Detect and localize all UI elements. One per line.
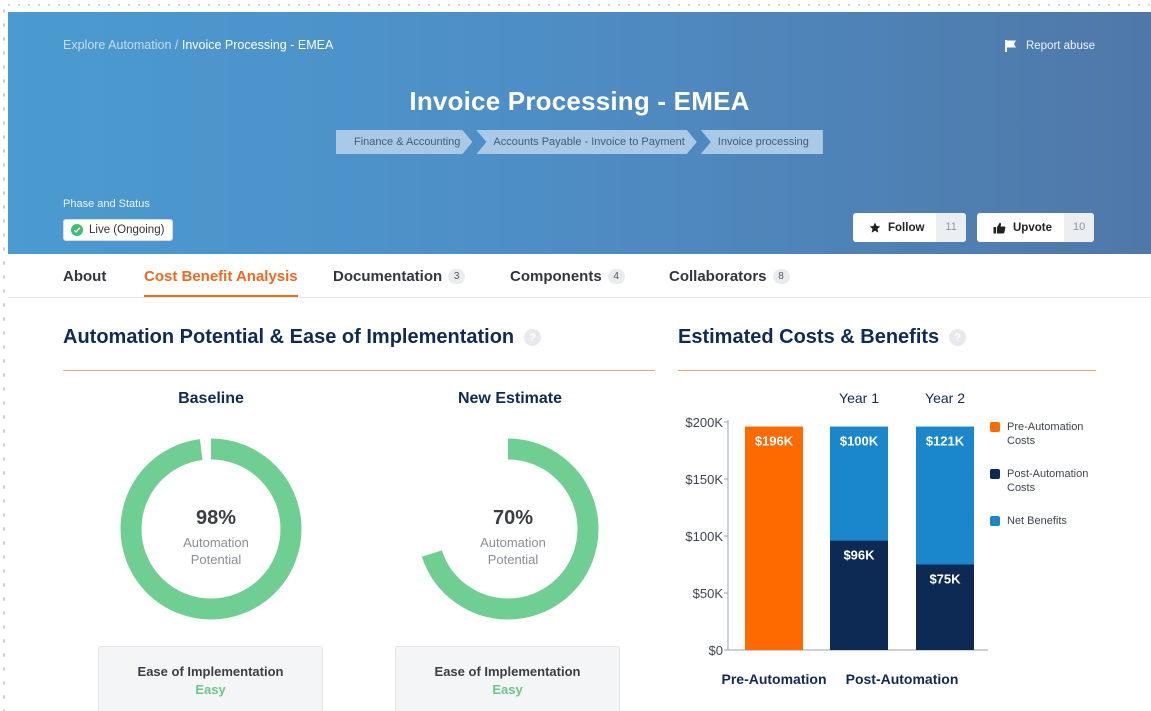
baseline-caption: Automation Potential bbox=[116, 534, 316, 568]
y-tick-label: $50K bbox=[693, 586, 724, 601]
tab-about[interactable]: About bbox=[63, 268, 106, 285]
bar-data-label: $196K bbox=[755, 434, 794, 449]
caption-line: Automation bbox=[480, 535, 546, 550]
tab-documentation[interactable]: Documentation 3 bbox=[333, 268, 466, 285]
legend-label: Net Benefits bbox=[1007, 515, 1067, 527]
legend-swatch bbox=[990, 469, 1000, 479]
phase-status-label: Phase and Status bbox=[63, 198, 150, 210]
baseline-percent: 98% bbox=[195, 507, 237, 529]
tab-cost-benefit-analysis[interactable]: Cost Benefit Analysis bbox=[144, 268, 298, 297]
costs-section-title: Estimated Costs & Benefits ? bbox=[678, 326, 967, 349]
status-badge: Live (Ongoing) bbox=[63, 219, 174, 241]
estimate-ease-card: Ease of Implementation Easy bbox=[395, 646, 620, 711]
category-label: Pre-Automation bbox=[722, 671, 827, 687]
chart-legend: Pre-Automation Costs Post-Automation Cos… bbox=[990, 420, 1110, 547]
bar-data-label: $121K bbox=[926, 434, 965, 449]
tab-label: About bbox=[63, 268, 107, 285]
bar-data-label: $96K bbox=[843, 548, 875, 563]
category-step-1[interactable]: Finance & Accounting bbox=[336, 130, 472, 154]
legend-item: Net Benefits bbox=[990, 514, 1110, 528]
legend-item: Post-Automation Costs bbox=[990, 467, 1110, 495]
potential-title-text: Automation Potential & Ease of Implement… bbox=[63, 326, 515, 348]
legend-label: Post-Automation Costs bbox=[1007, 468, 1089, 494]
tab-components[interactable]: Components 4 bbox=[510, 268, 625, 285]
category-group-label: Post-Automation bbox=[846, 671, 959, 687]
costs-bar-chart: $0 $50K $100K $150K $200K $196K Pre-Automation… bbox=[685, 390, 988, 687]
legend-label: Pre-Automation Costs bbox=[1007, 421, 1084, 447]
breadcrumb-parent-link[interactable]: Explore Automation / bbox=[63, 38, 178, 52]
estimate-title: New Estimate bbox=[457, 390, 563, 407]
legend-item: Pre-Automation Costs bbox=[990, 420, 1110, 448]
report-abuse-link[interactable]: Report abuse bbox=[1004, 39, 1095, 53]
star-icon bbox=[869, 222, 881, 233]
hero-banner: Explore Automation / Invoice Processing … bbox=[8, 12, 1151, 254]
flag-icon bbox=[1005, 40, 1016, 52]
category-label: Year 1 bbox=[839, 390, 879, 406]
upvote-count: 10 bbox=[1063, 213, 1095, 242]
tab-label: Documentation bbox=[333, 268, 443, 285]
caption-line: Potential bbox=[487, 552, 539, 567]
bar-data-label: $100K bbox=[840, 434, 879, 449]
tab-count-badge: 3 bbox=[448, 269, 466, 284]
baseline-title: Baseline bbox=[178, 390, 244, 407]
check-circle-icon bbox=[71, 224, 83, 236]
follow-count: 11 bbox=[936, 213, 966, 242]
help-icon[interactable]: ? bbox=[949, 329, 967, 346]
category-step-3[interactable]: Invoice processing bbox=[700, 130, 823, 154]
legend-swatch bbox=[990, 422, 1000, 432]
page: Explore Automation / Invoice Processing … bbox=[0, 0, 1151, 711]
left-dotted-border bbox=[0, 0, 8, 711]
estimate-caption: Automation Potential bbox=[413, 534, 613, 568]
help-icon[interactable]: ? bbox=[524, 329, 542, 346]
bar-data-label: $75K bbox=[929, 572, 961, 587]
tab-label: Components bbox=[510, 268, 602, 285]
potential-section-title: Automation Potential & Ease of Implement… bbox=[63, 326, 542, 349]
breadcrumb: Explore Automation / Invoice Processing … bbox=[63, 38, 333, 52]
top-dotted-border bbox=[0, 0, 1151, 12]
estimate-percent: 70% bbox=[492, 507, 534, 529]
upvote-button[interactable]: Upvote 10 bbox=[977, 213, 1095, 242]
tab-collaborators[interactable]: Collaborators 8 bbox=[669, 268, 790, 285]
page-title: Invoice Processing - EMEA bbox=[409, 86, 750, 116]
breadcrumb-current: Invoice Processing - EMEA bbox=[181, 38, 334, 52]
ease-label: Ease of Implementation bbox=[137, 664, 284, 679]
caption-line: Potential bbox=[190, 552, 242, 567]
category-label: Year 2 bbox=[925, 390, 965, 406]
y-tick-label: $200K bbox=[685, 415, 723, 430]
tab-count-badge: 8 bbox=[772, 269, 790, 284]
report-abuse-label: Report abuse bbox=[1025, 40, 1095, 52]
y-tick-label: $0 bbox=[709, 643, 723, 658]
status-text: Live (Ongoing) bbox=[89, 224, 165, 236]
costs-divider bbox=[678, 370, 1096, 371]
potential-divider bbox=[63, 370, 655, 371]
thumbs-up-icon bbox=[993, 222, 1006, 233]
ease-value: Easy bbox=[492, 682, 523, 697]
tab-bar: About Cost Benefit Analysis Documentatio… bbox=[8, 254, 1151, 298]
follow-label: Follow bbox=[888, 221, 925, 234]
follow-button[interactable]: Follow 11 bbox=[853, 213, 966, 242]
tab-label: Cost Benefit Analysis bbox=[144, 268, 298, 285]
caption-line: Automation bbox=[183, 535, 249, 550]
category-path: Finance & Accounting Accounts Payable - … bbox=[336, 130, 827, 154]
category-step-2[interactable]: Accounts Payable - Invoice to Payment bbox=[476, 130, 696, 154]
tab-count-badge: 4 bbox=[607, 269, 625, 284]
legend-swatch bbox=[990, 516, 1000, 526]
ease-label: Ease of Implementation bbox=[434, 664, 581, 679]
tab-label: Collaborators bbox=[669, 268, 767, 285]
bar-segment bbox=[745, 426, 803, 650]
y-tick-label: $150K bbox=[685, 472, 723, 487]
costs-title-text: Estimated Costs & Benefits bbox=[678, 326, 940, 348]
ease-value: Easy bbox=[195, 682, 226, 697]
upvote-label: Upvote bbox=[1013, 221, 1052, 234]
y-tick-label: $100K bbox=[685, 529, 723, 544]
baseline-ease-card: Ease of Implementation Easy bbox=[98, 646, 323, 711]
